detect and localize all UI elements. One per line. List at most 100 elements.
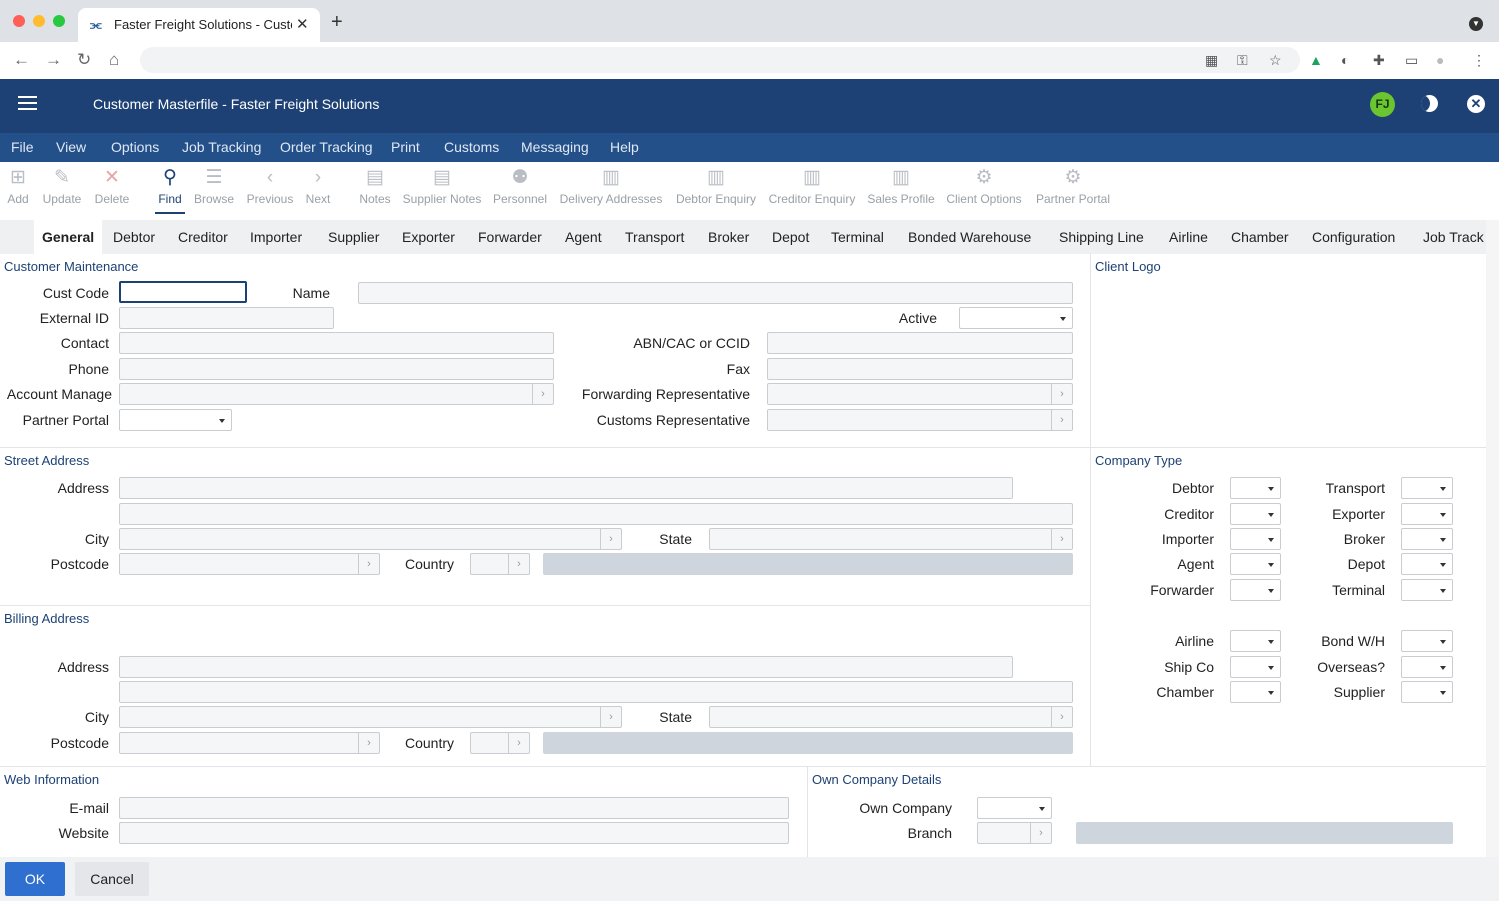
tab-debtor[interactable]: Debtor	[113, 229, 155, 245]
key-icon[interactable]: ⚿	[1237, 50, 1248, 70]
notes-button[interactable]: ▤ Notes	[357, 164, 393, 206]
tab-search-icon[interactable]: ▼	[1469, 17, 1483, 31]
menu-help[interactable]: Help	[610, 139, 639, 155]
menu-order-tracking[interactable]: Order Tracking	[280, 139, 373, 155]
lookup-icon[interactable]: ›	[1051, 384, 1072, 404]
external-id-input[interactable]	[119, 307, 334, 329]
menu-view[interactable]: View	[56, 139, 86, 155]
tab-chamber[interactable]: Chamber	[1231, 229, 1289, 245]
personnel-button[interactable]: ⚉ Personnel	[492, 164, 548, 206]
street-postcode-input[interactable]: ›	[119, 553, 380, 575]
broker-select[interactable]	[1401, 528, 1453, 550]
hamburger-menu-icon[interactable]	[18, 96, 37, 114]
terminal-select[interactable]	[1401, 579, 1453, 601]
tab-exporter[interactable]: Exporter	[402, 229, 455, 245]
debtor-enquiry-button[interactable]: ▥ Debtor Enquiry	[674, 164, 758, 206]
street-state-input[interactable]: ›	[709, 528, 1073, 550]
close-app-icon[interactable]: ✕	[1467, 95, 1485, 113]
cust-code-input[interactable]	[119, 281, 247, 303]
back-icon[interactable]: ←	[13, 50, 30, 70]
maximize-window-icon[interactable]	[53, 15, 65, 27]
tab-general[interactable]: General	[34, 220, 103, 254]
tab-airline[interactable]: Airline	[1169, 229, 1208, 245]
lookup-icon[interactable]: ›	[600, 529, 621, 549]
street-city-input[interactable]: ›	[119, 528, 622, 550]
tab-forwarder[interactable]: Forwarder	[478, 229, 542, 245]
billing-postcode-input[interactable]: ›	[119, 732, 380, 754]
lookup-icon[interactable]: ›	[508, 554, 529, 574]
exporter-select[interactable]	[1401, 503, 1453, 525]
delete-button[interactable]: ✕ Delete	[92, 164, 132, 206]
dark-mode-icon[interactable]	[1421, 95, 1438, 112]
menu-messaging[interactable]: Messaging	[521, 139, 589, 155]
phone-input[interactable]	[119, 358, 554, 380]
billing-address-line1-input[interactable]	[119, 656, 1013, 678]
extension-circle-icon[interactable]: ◐	[1341, 50, 1349, 70]
menu-job-tracking[interactable]: Job Tracking	[182, 139, 261, 155]
menu-options[interactable]: Options	[111, 139, 159, 155]
airline-select[interactable]	[1230, 630, 1281, 652]
scrollbar[interactable]	[1486, 220, 1499, 857]
supplier-notes-button[interactable]: ▤ Supplier Notes	[402, 164, 482, 206]
tab-agent[interactable]: Agent	[565, 229, 602, 245]
bond-wh-select[interactable]	[1401, 630, 1453, 652]
find-button[interactable]: ⚲ Find	[154, 164, 186, 206]
qr-icon[interactable]: ▦	[1205, 50, 1218, 70]
tab-broker[interactable]: Broker	[708, 229, 749, 245]
lookup-icon[interactable]: ›	[1051, 410, 1072, 430]
forward-icon[interactable]: →	[45, 50, 62, 70]
profile-icon[interactable]: ●	[1436, 50, 1444, 70]
cancel-button[interactable]: Cancel	[75, 862, 149, 896]
avatar[interactable]: FJ	[1370, 92, 1395, 117]
name-input[interactable]	[358, 282, 1073, 304]
previous-button[interactable]: ‹ Previous	[245, 164, 295, 206]
transport-select[interactable]	[1401, 477, 1453, 499]
address-bar[interactable]	[140, 47, 1300, 73]
lookup-icon[interactable]: ›	[358, 554, 379, 574]
browse-button[interactable]: ☰ Browse	[192, 164, 236, 206]
tab-importer[interactable]: Importer	[250, 229, 302, 245]
tab-transport[interactable]: Transport	[625, 229, 684, 245]
ship-co-select[interactable]	[1230, 656, 1281, 678]
tab-depot[interactable]: Depot	[772, 229, 809, 245]
home-icon[interactable]: ⌂	[109, 50, 119, 70]
billing-country-input[interactable]: ›	[470, 732, 530, 754]
lookup-icon[interactable]: ›	[508, 733, 529, 753]
puzzle-icon[interactable]: ✚	[1373, 50, 1385, 70]
tab-creditor[interactable]: Creditor	[178, 229, 228, 245]
next-button[interactable]: › Next	[302, 164, 334, 206]
menu-file[interactable]: File	[11, 139, 34, 155]
street-country-input[interactable]: ›	[470, 553, 530, 575]
tab-bonded-warehouse[interactable]: Bonded Warehouse	[908, 229, 1031, 245]
email-input[interactable]	[119, 797, 789, 819]
agent-select[interactable]	[1230, 553, 1281, 575]
overseas-select[interactable]	[1401, 656, 1453, 678]
minimize-window-icon[interactable]	[33, 15, 45, 27]
close-window-icon[interactable]	[13, 15, 25, 27]
ok-button[interactable]: OK	[5, 862, 65, 896]
sales-profile-button[interactable]: ▥ Sales Profile	[866, 164, 936, 206]
tab-shipping-line[interactable]: Shipping Line	[1059, 229, 1144, 245]
partner-portal-button[interactable]: ⚙ Partner Portal	[1033, 164, 1113, 206]
debtor-select[interactable]	[1230, 477, 1281, 499]
cast-icon[interactable]: ▭	[1405, 50, 1418, 70]
customs-rep-input[interactable]: ›	[767, 409, 1073, 431]
forwarder-select[interactable]	[1230, 579, 1281, 601]
importer-select[interactable]	[1230, 528, 1281, 550]
browser-tab[interactable]: ⫘ Faster Freight Solutions - Customer Ma…	[78, 8, 320, 42]
supplier-select[interactable]	[1401, 681, 1453, 703]
lookup-icon[interactable]: ›	[1030, 823, 1051, 843]
add-button[interactable]: ⊞ Add	[4, 164, 32, 206]
chamber-select[interactable]	[1230, 681, 1281, 703]
contact-input[interactable]	[119, 332, 554, 354]
tab-job-track[interactable]: Job Track	[1423, 229, 1484, 245]
creditor-select[interactable]	[1230, 503, 1281, 525]
tab-supplier[interactable]: Supplier	[328, 229, 379, 245]
depot-select[interactable]	[1401, 553, 1453, 575]
update-button[interactable]: ✎ Update	[40, 164, 84, 206]
lookup-icon[interactable]: ›	[532, 384, 553, 404]
forwarding-rep-input[interactable]: ›	[767, 383, 1073, 405]
branch-input[interactable]: ›	[977, 822, 1052, 844]
drive-icon[interactable]: ▲	[1309, 50, 1323, 70]
website-input[interactable]	[119, 822, 789, 844]
